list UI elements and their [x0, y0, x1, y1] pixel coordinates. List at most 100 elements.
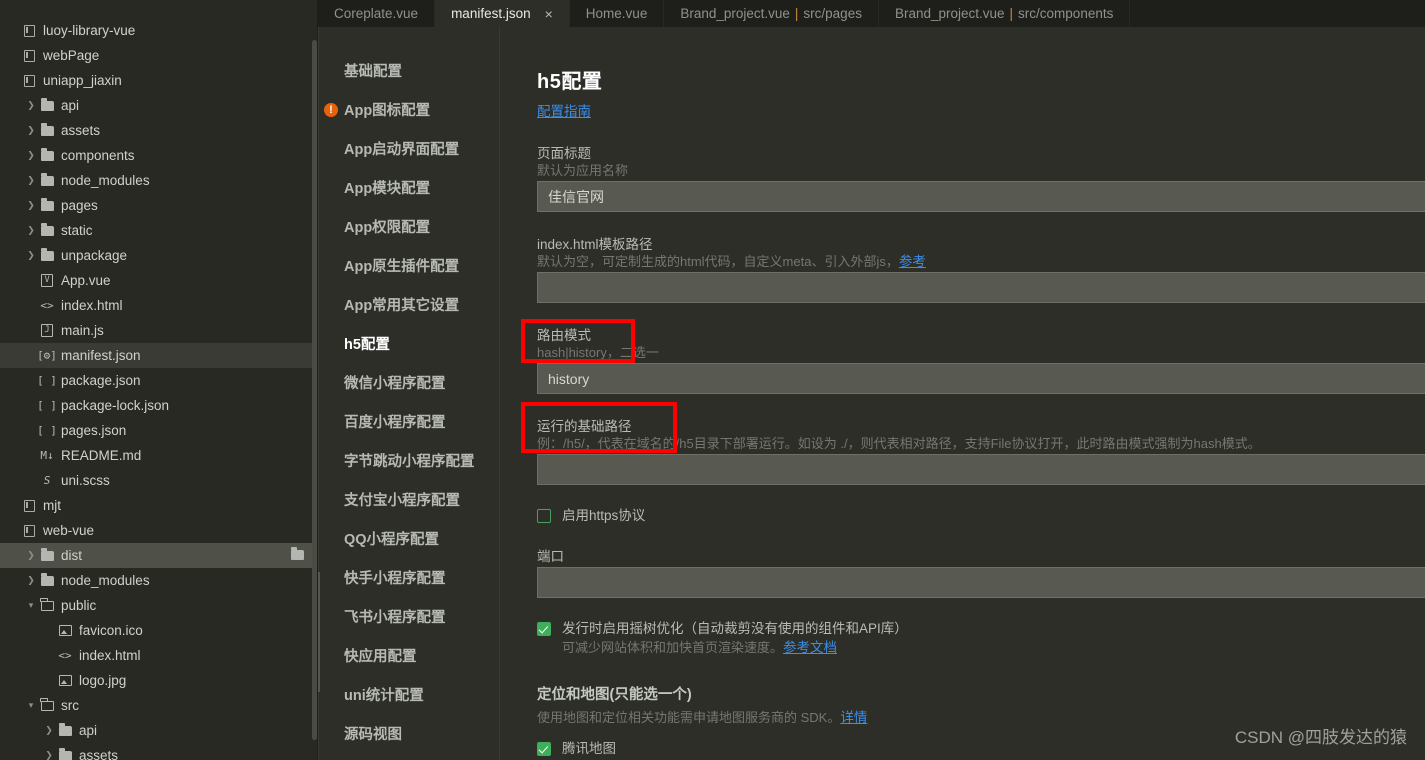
nav-item[interactable]: App启动界面配置 — [318, 129, 500, 168]
editor-tab[interactable]: Brand_project.vue | src/pages — [664, 0, 879, 27]
nav-item[interactable]: App常用其它设置 — [318, 285, 500, 324]
index-template-reference-link[interactable]: 参考 — [899, 254, 926, 269]
chevron-right-icon[interactable]: ❯ — [24, 576, 38, 585]
chevron-right-icon[interactable]: ❯ — [24, 226, 38, 235]
tencent-map-checkbox[interactable] — [537, 742, 551, 756]
tree-item[interactable]: ❯ pages — [0, 193, 318, 218]
https-checkbox[interactable] — [537, 509, 551, 523]
nav-item[interactable]: 支付宝小程序配置 — [318, 480, 500, 519]
map-detail-link[interactable]: 详情 — [840, 710, 867, 725]
tree-item[interactable]: <> index.html — [0, 643, 318, 668]
treeshaking-sub-text: 可减少网站体积和加快首页渲染速度。 — [562, 640, 784, 655]
tree-item[interactable]: ❯ components — [0, 143, 318, 168]
editor-tab[interactable]: Coreplate.vue — [318, 0, 436, 27]
tree-item[interactable]: ❯ api — [0, 93, 318, 118]
file-tree[interactable]: luoy-library-vue webPage uniapp_jiaxin ❯ api… — [0, 0, 318, 760]
tree-item[interactable]: Suni.scss — [0, 468, 318, 493]
folder-open-icon — [40, 597, 54, 611]
nav-item[interactable]: QQ小程序配置 — [318, 519, 500, 558]
port-input[interactable] — [537, 567, 1425, 598]
folder-action-icon[interactable] — [291, 547, 304, 560]
editor-tab-label: Coreplate.vue — [334, 6, 419, 21]
nav-item-label: h5配置 — [344, 337, 390, 353]
tree-item[interactable]: ❯ assets — [0, 743, 318, 760]
file-icon: [ ] — [37, 400, 57, 411]
tree-item[interactable]: M↓ README.md — [0, 443, 318, 468]
chevron-right-icon[interactable]: ❯ — [24, 176, 38, 185]
tree-item[interactable]: <> index.html — [0, 293, 318, 318]
nav-item[interactable]: uni统计配置 — [318, 675, 500, 714]
nav-item[interactable]: 百度小程序配置 — [318, 402, 500, 441]
editor-tab[interactable]: Home.vue — [569, 0, 665, 27]
chevron-right-icon[interactable]: ❯ — [24, 251, 38, 260]
chevron-down-icon[interactable]: ▾ — [24, 701, 38, 710]
chevron-right-icon[interactable]: ❯ — [24, 101, 38, 110]
tree-item[interactable]: [⚙] manifest.json — [0, 343, 318, 368]
manifest-section-nav[interactable]: 基础配置! App图标配置 App启动界面配置 App模块配置 App权限配置 App原生… — [318, 27, 500, 760]
editor-area: Coreplate.vue manifest.json × Home.vue Brand… — [318, 0, 1425, 760]
config-guide-link[interactable]: 配置指南 — [537, 104, 591, 119]
tree-item[interactable]: mjt — [0, 493, 318, 518]
tree-item[interactable]: ▾ src — [0, 693, 318, 718]
nav-item[interactable]: ! App图标配置 — [318, 90, 500, 129]
tree-item[interactable]: [ ] package-lock.json — [0, 393, 318, 418]
nav-item[interactable]: h5配置 — [318, 324, 500, 363]
nav-list[interactable]: 基础配置! App图标配置 App启动界面配置 App模块配置 App权限配置 App原生… — [318, 51, 500, 753]
chevron-right-icon[interactable]: ❯ — [24, 551, 38, 560]
chevron-right-icon[interactable]: ❯ — [24, 126, 38, 135]
nav-item[interactable]: App模块配置 — [318, 168, 500, 207]
file-icon — [38, 97, 56, 111]
tree-item[interactable]: ❯ assets — [0, 118, 318, 143]
tree-item[interactable]: luoy-library-vue — [0, 18, 318, 43]
tree-item[interactable]: ▾ public — [0, 593, 318, 618]
file-icon: S — [38, 475, 56, 486]
tree-item[interactable]: web-vue — [0, 518, 318, 543]
chevron-right-icon[interactable]: ❯ — [24, 201, 38, 210]
nav-item[interactable]: 飞书小程序配置 — [318, 597, 500, 636]
nav-item[interactable]: 快应用配置 — [318, 636, 500, 675]
tree-item[interactable]: V App.vue — [0, 268, 318, 293]
tree-item[interactable]: ❯ unpackage — [0, 243, 318, 268]
nav-item-label: uni统计配置 — [344, 688, 424, 704]
tree-item[interactable]: [ ] package.json — [0, 368, 318, 393]
treeshaking-checkbox-row[interactable]: 发行时启用摇树优化（自动裁剪没有使用的组件和API库） 可减少网站体积和加快首页… — [537, 620, 1425, 657]
nav-item[interactable]: 微信小程序配置 — [318, 363, 500, 402]
editor-tab[interactable]: manifest.json × — [435, 0, 570, 27]
h5-config-form: h5配置 配置指南 页面标题 默认为应用名称 佳信官网 index.html模板… — [500, 27, 1425, 760]
nav-item[interactable]: App权限配置 — [318, 207, 500, 246]
chevron-right-icon[interactable]: ❯ — [24, 151, 38, 160]
chevron-right-icon[interactable]: ❯ — [42, 751, 56, 760]
page-title-input[interactable]: 佳信官网 — [537, 181, 1425, 212]
nav-item[interactable]: 快手小程序配置 — [318, 558, 500, 597]
router-mode-input[interactable]: history — [537, 363, 1425, 394]
close-icon[interactable]: × — [545, 7, 553, 21]
tree-item[interactable]: ❯ node_modules — [0, 168, 318, 193]
editor-tab-bar[interactable]: Coreplate.vue manifest.json × Home.vue Brand… — [318, 0, 1425, 27]
nav-item[interactable]: 基础配置 — [318, 51, 500, 90]
file-icon — [38, 122, 56, 136]
index-template-input[interactable] — [537, 272, 1425, 303]
nav-item[interactable]: 源码视图 — [318, 714, 500, 753]
tree-item[interactable]: ❯ dist — [0, 543, 318, 568]
treeshaking-doc-link[interactable]: 参考文档 — [783, 640, 837, 655]
treeshaking-checkbox[interactable] — [537, 622, 551, 636]
tree-item[interactable]: logo.jpg — [0, 668, 318, 693]
tree-item[interactable]: uniapp_jiaxin — [0, 68, 318, 93]
field-label: 端口 — [537, 549, 564, 564]
tree-item[interactable]: ❯ api — [0, 718, 318, 743]
tree-item[interactable]: webPage — [0, 43, 318, 68]
editor-tab[interactable]: Brand_project.vue | src/components — [878, 0, 1131, 27]
field-label: index.html模板路径 — [537, 237, 653, 252]
tree-item[interactable]: Jmain.js — [0, 318, 318, 343]
base-path-input[interactable] — [537, 454, 1425, 485]
chevron-down-icon[interactable]: ▾ — [24, 601, 38, 610]
tree-item[interactable]: ❯ static — [0, 218, 318, 243]
tree-item[interactable]: favicon.ico — [0, 618, 318, 643]
tree-item-label: mjt — [43, 498, 61, 513]
chevron-right-icon[interactable]: ❯ — [42, 726, 56, 735]
tree-item[interactable]: ❯ node_modules — [0, 568, 318, 593]
nav-item[interactable]: App原生插件配置 — [318, 246, 500, 285]
tree-item[interactable]: [ ] pages.json — [0, 418, 318, 443]
https-checkbox-row[interactable]: 启用https协议 — [537, 507, 1425, 524]
nav-item[interactable]: 字节跳动小程序配置 — [318, 441, 500, 480]
